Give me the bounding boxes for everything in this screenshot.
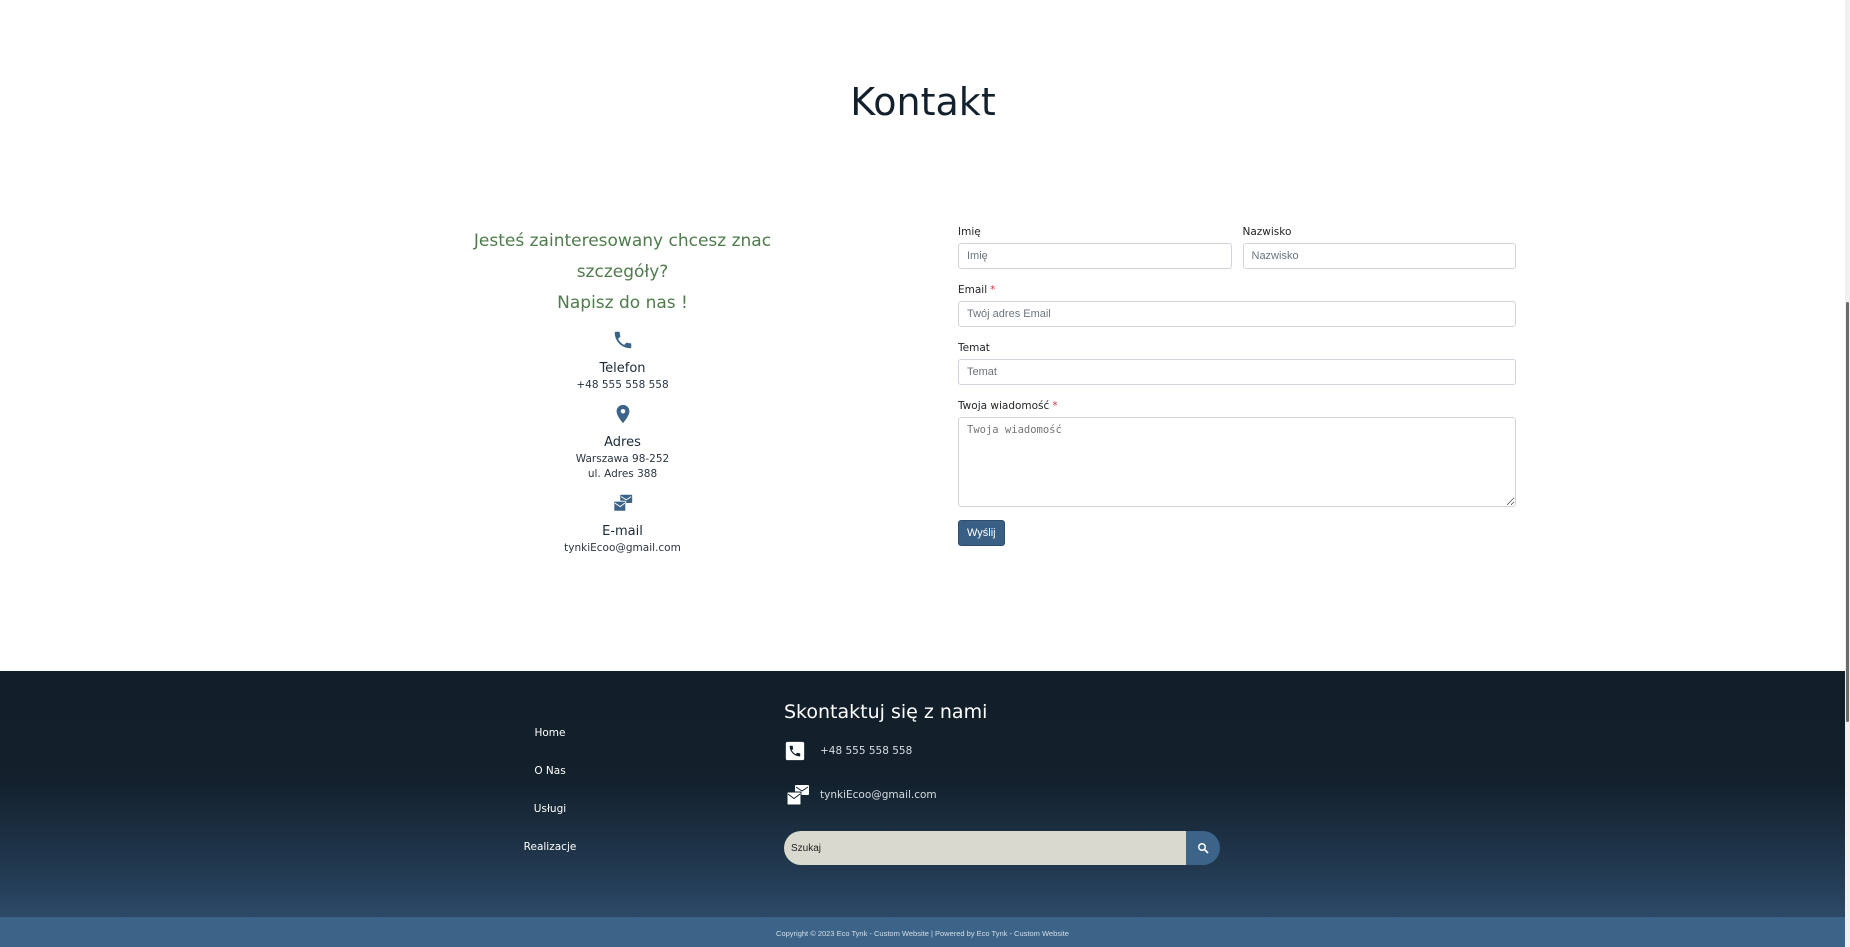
- footer-contact-heading: Skontaktuj się z nami: [784, 701, 988, 723]
- footer: Home O Nas Usługi Realizacje Skontaktuj …: [0, 671, 1845, 917]
- subject-input[interactable]: [958, 359, 1516, 385]
- email-field-label: Email *: [958, 284, 1516, 301]
- footer-nav-services[interactable]: Usługi: [480, 803, 620, 841]
- mail-bulk-icon: [786, 785, 809, 806]
- submit-button[interactable]: Wyślij: [958, 520, 1005, 546]
- message-label-text: Twoja wiadomość: [958, 400, 1050, 412]
- email-value: tynkiEcoo@gmail.com: [564, 542, 681, 554]
- contact-info: Jesteś zainteresowany chcesz znac szczeg…: [430, 226, 815, 556]
- footer-search: [784, 831, 1220, 865]
- first-name-input[interactable]: [958, 243, 1232, 269]
- scrollbar-thumb[interactable]: [1846, 302, 1849, 722]
- subject-label: Temat: [958, 342, 990, 354]
- first-name-group: Imię: [958, 226, 1232, 284]
- last-name-group: Nazwisko: [1242, 226, 1516, 284]
- search-input[interactable]: [784, 831, 1186, 865]
- message-field-label: Twoja wiadomość *: [958, 400, 1516, 417]
- phone-title: Telefon: [599, 361, 646, 376]
- page: Kontakt Jesteś zainteresowany chcesz zna…: [0, 0, 1850, 947]
- message-required-mark: *: [1052, 400, 1058, 412]
- page-title: Kontakt: [850, 80, 996, 124]
- info-headline: Jesteś zainteresowany chcesz znac szczeg…: [473, 231, 772, 282]
- footer-contact: Skontaktuj się z nami +48 555 558 558 ty…: [784, 701, 1224, 865]
- address-line-2: ul. Adres 388: [587, 468, 658, 480]
- last-name-label: Nazwisko: [1242, 226, 1292, 238]
- footer-phone: +48 555 558 558: [784, 737, 1224, 765]
- address-title: Adres: [604, 435, 641, 450]
- last-name-input[interactable]: [1242, 243, 1516, 269]
- info-phone: Telefon +48 555 558 558: [430, 329, 815, 393]
- first-name-label: Imię: [958, 226, 981, 238]
- search-button[interactable]: [1186, 831, 1220, 865]
- footer-nav: Home O Nas Usługi Realizacje: [480, 727, 620, 879]
- footer-email: tynkiEcoo@gmail.com: [784, 781, 1224, 809]
- scrollbar[interactable]: [1845, 0, 1850, 947]
- search-icon: [1198, 843, 1209, 854]
- message-textarea[interactable]: [958, 417, 1516, 507]
- email-required-mark: *: [990, 284, 996, 296]
- footer-nav-projects[interactable]: Realizacje: [480, 841, 620, 879]
- mail-bulk-icon: [612, 494, 632, 512]
- info-subheadline: Napisz do nas !: [557, 293, 688, 313]
- address-line-1: Warszawa 98-252: [575, 453, 670, 465]
- contact-form: Imię Nazwisko Email* Temat Twoja wiadomo…: [958, 226, 1516, 546]
- footer-nav-home[interactable]: Home: [480, 727, 620, 765]
- map-pin-icon: [616, 404, 629, 424]
- phone-square-icon: [785, 741, 805, 761]
- email-title: E-mail: [602, 524, 643, 539]
- phone-icon: [614, 331, 631, 349]
- name-row: Imię Nazwisko: [958, 226, 1516, 284]
- copyright-bar: Copyright © 2023 Eco Tynk - Custom Websi…: [0, 917, 1845, 947]
- email-label-text: Email: [958, 284, 988, 296]
- info-email: E-mail tynkiEcoo@gmail.com: [430, 492, 815, 556]
- footer-nav-about[interactable]: O Nas: [480, 765, 620, 803]
- footer-phone-value: +48 555 558 558: [820, 745, 913, 757]
- phone-value: +48 555 558 558: [576, 379, 669, 391]
- email-field[interactable]: [958, 301, 1516, 327]
- info-address: Adres Warszawa 98-252 ul. Adres 388: [430, 403, 815, 482]
- footer-email-value: tynkiEcoo@gmail.com: [820, 789, 937, 801]
